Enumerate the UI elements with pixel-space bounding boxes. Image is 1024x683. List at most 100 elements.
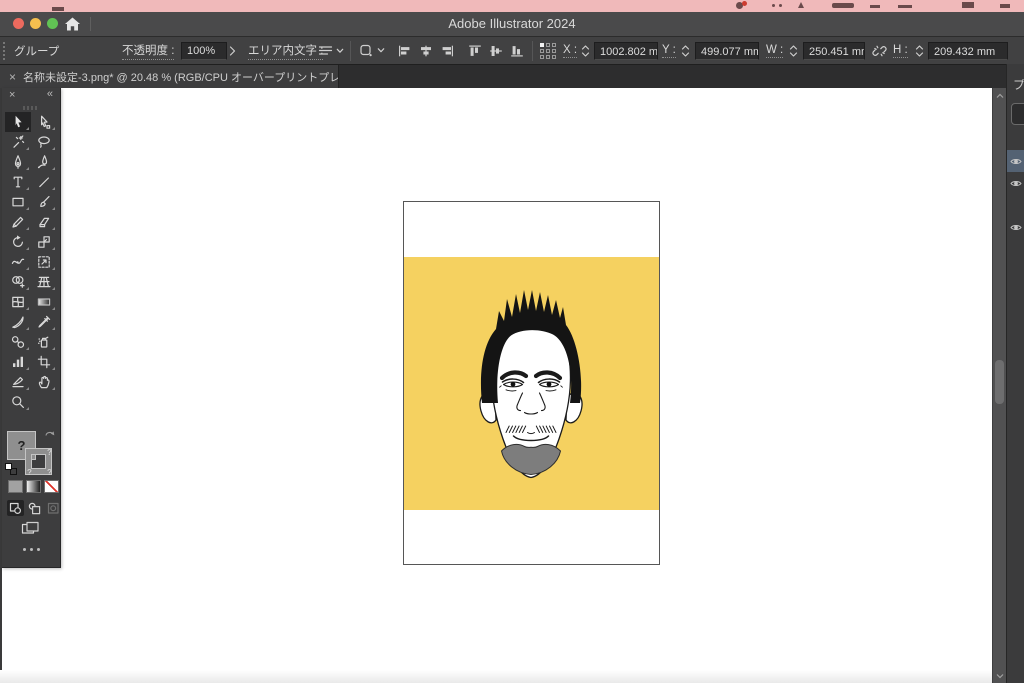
x-label[interactable]: X : [563, 44, 577, 58]
panel-collapse-button[interactable]: « [47, 88, 53, 100]
chevron-down-icon [336, 48, 344, 54]
lasso-tool-button[interactable] [31, 132, 57, 152]
free-transform-tool-button[interactable] [31, 252, 57, 272]
rectangle-tool-button[interactable] [5, 192, 31, 212]
text-align-lines-icon [318, 45, 333, 57]
screen-edge-artifact [832, 3, 854, 8]
eyedropper-tool-button[interactable] [31, 312, 57, 332]
rotate-tool-button[interactable] [5, 232, 31, 252]
curvature-tool-button[interactable] [31, 152, 57, 172]
paintbrush-tool-icon [36, 194, 52, 210]
layer-row-selected[interactable] [1007, 150, 1024, 172]
shape-builder-tool-button[interactable] [5, 272, 31, 292]
x-stepper[interactable] [581, 45, 590, 57]
panel-field[interactable] [1011, 103, 1024, 125]
color-fill-button[interactable] [8, 480, 23, 493]
link-dimensions-icon[interactable] [872, 43, 887, 58]
opacity-input[interactable] [181, 42, 227, 60]
area-type-label[interactable]: エリア内文字 : [248, 42, 323, 60]
horizontal-align-right-button[interactable] [440, 44, 454, 57]
vertical-align-center-button[interactable] [489, 44, 503, 57]
y-value[interactable]: 499.077 mm [695, 42, 759, 60]
panel-grip[interactable] [23, 106, 39, 110]
x-value[interactable]: 1002.802 mm [594, 42, 658, 60]
h-value[interactable]: 209.432 mm [928, 42, 1008, 60]
blend-tool-button[interactable] [5, 332, 31, 352]
pencil-tool-icon [10, 214, 26, 230]
type-tool-button[interactable] [5, 172, 31, 192]
zoom-tool-button[interactable] [5, 392, 31, 412]
scale-tool-button[interactable] [31, 232, 57, 252]
portrait-illustration[interactable] [468, 283, 594, 483]
properties-panel-tab[interactable]: プ [1013, 76, 1024, 93]
layer-row[interactable] [1007, 216, 1024, 238]
gradient-tool-button[interactable] [31, 292, 57, 312]
y-label[interactable]: Y : [662, 44, 676, 58]
mesh-tool-button[interactable] [5, 292, 31, 312]
width-tool-button[interactable] [5, 252, 31, 272]
toolbar-divider [350, 41, 351, 61]
direct-selection-tool-icon [36, 114, 52, 130]
knife-tool-button[interactable] [5, 312, 31, 332]
y-stepper[interactable] [681, 45, 690, 57]
slice-tool-button[interactable] [5, 372, 31, 392]
draw-behind-mode-button[interactable] [26, 500, 43, 516]
artboard-tool-button[interactable] [31, 352, 57, 372]
horizontal-align-center-button[interactable] [419, 44, 433, 57]
shape-properties-dropdown[interactable] [359, 43, 385, 58]
gradient-fill-button[interactable] [26, 480, 41, 493]
layer-visibility-icon[interactable] [1010, 157, 1022, 166]
tab-close-button[interactable]: × [9, 70, 16, 84]
scrollbar-thumb[interactable] [995, 360, 1004, 404]
h-label[interactable]: H : [893, 44, 908, 58]
pencil-tool-button[interactable] [5, 212, 31, 232]
screen-edge-artifact [772, 4, 775, 7]
pen-tool-button[interactable] [5, 152, 31, 172]
horizontal-scrollbar-area[interactable] [0, 670, 992, 683]
none-fill-button[interactable] [44, 480, 59, 493]
hand-tool-button[interactable] [31, 372, 57, 392]
opacity-dropdown-button[interactable] [229, 45, 236, 56]
screen-mode-icon[interactable] [21, 521, 40, 535]
canvas-vertical-scrollbar[interactable] [992, 88, 1006, 683]
more-options-button[interactable] [2, 548, 60, 551]
perspective-grid-tool-button[interactable] [31, 272, 57, 292]
stroke-unknown-label: ? [27, 468, 32, 477]
draw-normal-mode-button[interactable] [7, 500, 24, 516]
layer-row[interactable] [1007, 172, 1024, 194]
magic-wand-tool-button[interactable] [5, 132, 31, 152]
w-value[interactable]: 250.451 mm [803, 42, 865, 60]
shape-icon [359, 43, 374, 58]
document-tab[interactable]: × 名称未設定-3.png* @ 20.48 % (RGB/CPU オーバープリ… [0, 65, 339, 88]
eraser-tool-icon [36, 214, 52, 230]
artboard[interactable] [403, 201, 660, 565]
symbol-sprayer-tool-button[interactable] [31, 332, 57, 352]
w-stepper[interactable] [789, 45, 798, 57]
draw-inside-mode-button[interactable] [45, 500, 62, 516]
vertical-align-bottom-button[interactable] [510, 44, 524, 57]
reference-point-selector[interactable] [540, 43, 556, 59]
horizontal-align-left-button[interactable] [398, 44, 412, 57]
line-segment-tool-button[interactable] [31, 172, 57, 192]
paragraph-align-dropdown[interactable] [318, 45, 344, 57]
column-graph-tool-button[interactable] [5, 352, 31, 372]
perspective-grid-tool-icon [36, 274, 52, 290]
window-title: Adobe Illustrator 2024 [0, 12, 1024, 36]
default-fill-stroke-icon[interactable] [5, 463, 18, 476]
opacity-label[interactable]: 不透明度 : [122, 42, 174, 60]
paintbrush-tool-button[interactable] [31, 192, 57, 212]
panel-close-button[interactable]: × [9, 89, 15, 101]
scroll-up-icon[interactable] [996, 93, 1004, 99]
screen-edge-artifact [962, 2, 974, 8]
eraser-tool-button[interactable] [31, 212, 57, 232]
scroll-down-icon[interactable] [996, 673, 1004, 679]
panel-grip[interactable] [3, 42, 5, 60]
selection-tool-button[interactable] [5, 112, 31, 132]
direct-selection-tool-button[interactable] [31, 112, 57, 132]
vertical-align-top-button[interactable] [468, 44, 482, 57]
layer-visibility-icon[interactable] [1010, 223, 1022, 232]
w-label[interactable]: W : [766, 44, 783, 58]
h-stepper[interactable] [915, 45, 924, 57]
swap-fill-stroke-icon[interactable] [44, 428, 56, 438]
layer-visibility-icon[interactable] [1010, 179, 1022, 188]
